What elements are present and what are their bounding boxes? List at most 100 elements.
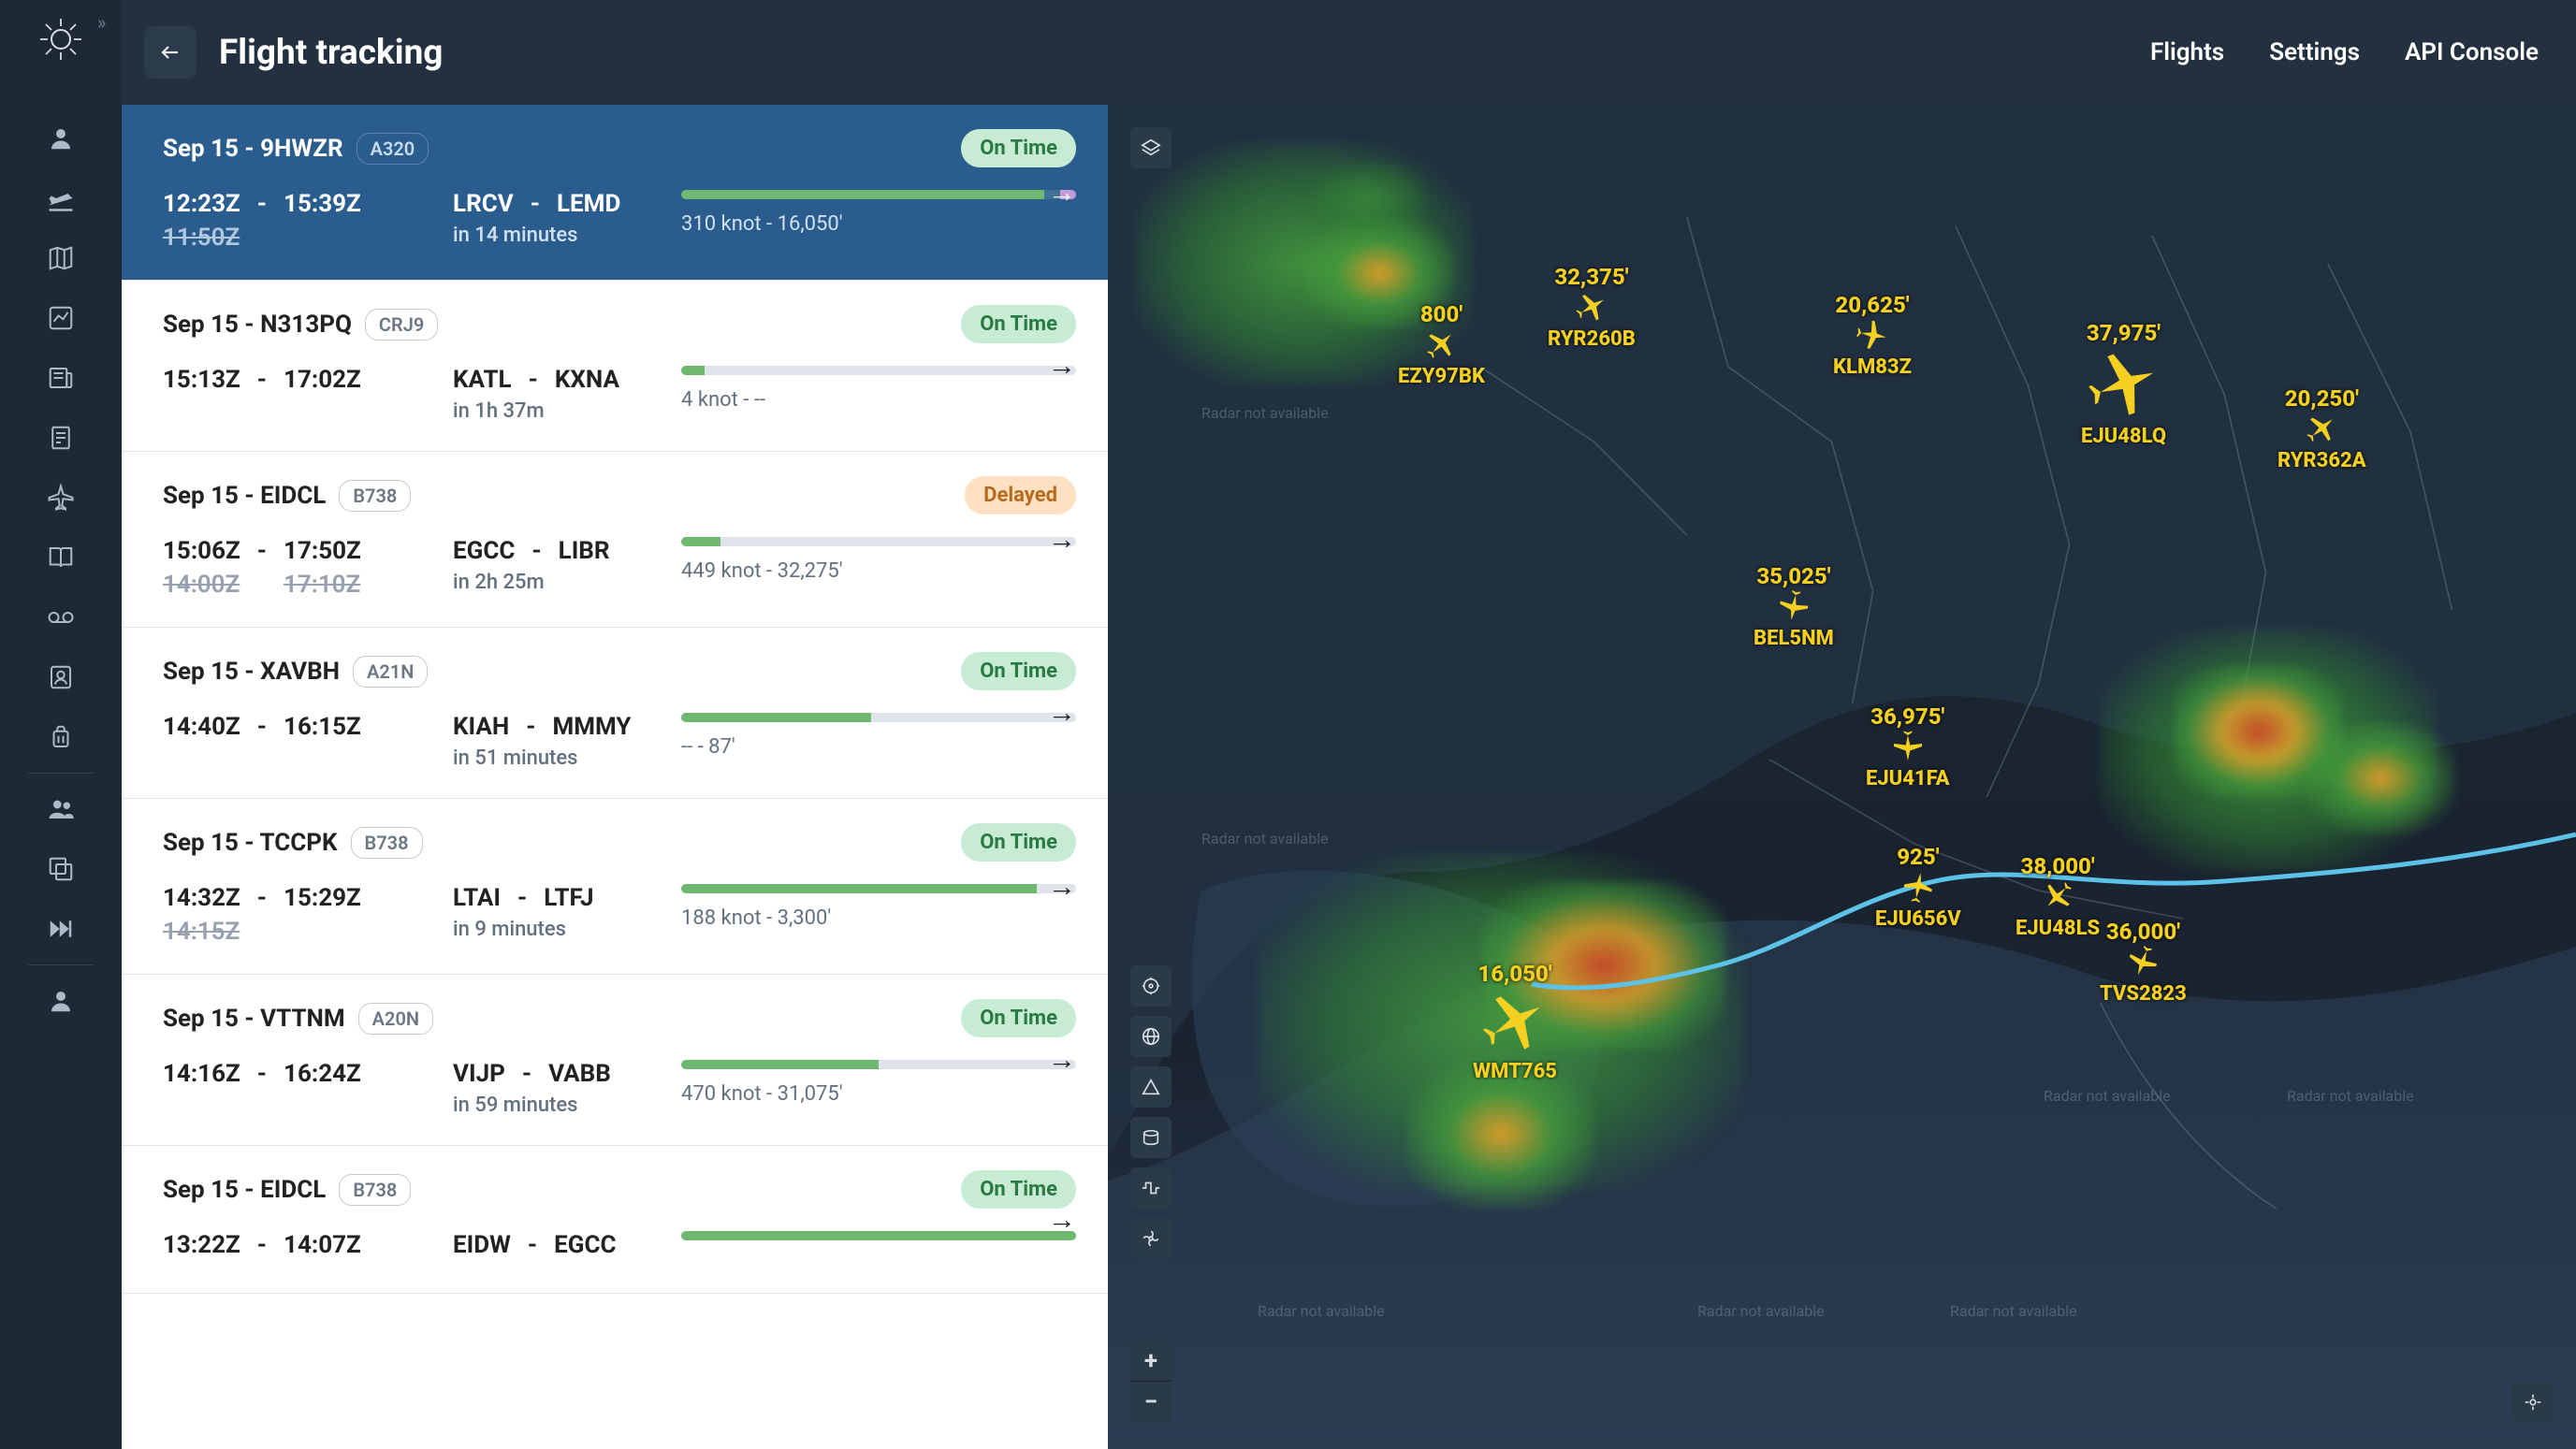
radar-na-label: Radar not available: [1697, 1302, 1825, 1320]
progress-bar: [681, 366, 1076, 375]
origin-airport: LRCV: [453, 190, 514, 218]
topbar: Flight tracking Flights Settings API Con…: [122, 0, 2576, 105]
open-flight-icon[interactable]: →: [1048, 870, 1076, 903]
flight-card[interactable]: Sep 15 - EIDCL B738 Delayed 15:06Z14:00Z…: [122, 452, 1108, 628]
aircraft-type-badge: CRJ9: [365, 309, 438, 341]
eta-text: in 51 minutes: [453, 746, 659, 770]
map-view[interactable]: + − 800' EZY97BK 32,375' RYR260B 20,625'…: [1108, 105, 2576, 1449]
open-flight-icon[interactable]: →: [1048, 523, 1076, 556]
flight-date-callsign: Sep 15 - VTTNM: [163, 1005, 345, 1033]
speed-altitude: 449 knot - 32,275': [681, 559, 1076, 583]
open-flight-icon[interactable]: →: [1048, 1203, 1076, 1236]
progress-bar: [681, 190, 1076, 199]
progress-bar: [681, 884, 1076, 893]
nav-api-console[interactable]: API Console: [2405, 38, 2539, 66]
flight-date-callsign: Sep 15 - 9HWZR: [163, 135, 343, 163]
radar-na-label: Radar not available: [1201, 404, 1329, 422]
dest-airport: LIBR: [559, 537, 610, 565]
eta-text: in 2h 25m: [453, 571, 659, 594]
flight-card[interactable]: Sep 15 - XAVBH A21N On Time 14:40Z - 16:…: [122, 628, 1108, 799]
dest-airport: LEMD: [557, 190, 620, 218]
open-flight-icon[interactable]: →: [1048, 697, 1076, 730]
aircraft-type-badge: B738: [339, 480, 411, 512]
eta-text: in 59 minutes: [453, 1094, 659, 1117]
users-icon[interactable]: [44, 792, 78, 826]
dest-airport: LTFJ: [544, 884, 593, 912]
arr-time: 16:15Z: [284, 713, 361, 741]
expand-sidebar-icon[interactable]: »: [97, 11, 100, 34]
user-icon[interactable]: [44, 122, 78, 155]
origin-airport: KIAH: [453, 713, 509, 741]
flight-card[interactable]: Sep 15 - 9HWZR A320 On Time 12:23Z11:50Z…: [122, 105, 1108, 281]
dest-airport: EGCC: [554, 1231, 616, 1259]
chart-icon[interactable]: [44, 301, 78, 335]
sidebar: »: [0, 0, 122, 1449]
back-button[interactable]: [144, 26, 196, 79]
map-icon[interactable]: [44, 241, 78, 275]
app-logo[interactable]: [38, 17, 83, 65]
arr-time-original: 17:10Z: [284, 571, 361, 599]
locate-button[interactable]: [1130, 965, 1172, 1007]
flight-card[interactable]: Sep 15 - EIDCL B738 On Time 13:22Z - 14:…: [122, 1146, 1108, 1294]
flight-card[interactable]: Sep 15 - VTTNM A20N On Time 14:16Z - 16:…: [122, 975, 1108, 1146]
flight-status-badge: On Time: [961, 652, 1076, 690]
flight-list-panel: Sep 15 - 9HWZR A320 On Time 12:23Z11:50Z…: [122, 105, 1108, 1449]
origin-airport: KATL: [453, 366, 512, 394]
zoom-out-button[interactable]: −: [1130, 1382, 1172, 1423]
contacts-icon[interactable]: [44, 660, 78, 694]
document-icon[interactable]: [44, 421, 78, 455]
fan-button[interactable]: [1130, 1218, 1172, 1259]
airplane-icon[interactable]: [44, 481, 78, 514]
dest-airport: MMMY: [552, 713, 631, 741]
flight-status-badge: Delayed: [965, 476, 1076, 514]
radar-na-label: Radar not available: [1258, 1302, 1385, 1320]
dep-time-original: 14:00Z: [163, 571, 240, 599]
origin-airport: VIJP: [453, 1060, 505, 1088]
cylinder-button[interactable]: [1130, 1117, 1172, 1158]
departure-icon[interactable]: [44, 181, 78, 215]
flight-status-badge: On Time: [961, 129, 1076, 167]
progress-bar: [681, 1060, 1076, 1069]
dep-time: 12:23Z: [163, 190, 240, 218]
dep-time-original: 14:15Z: [163, 918, 240, 946]
flight-date-callsign: Sep 15 - XAVBH: [163, 658, 340, 686]
open-flight-icon[interactable]: →: [1048, 176, 1076, 209]
speed-altitude: 188 knot - 3,300': [681, 906, 1076, 930]
news-icon[interactable]: [44, 361, 78, 395]
flight-date-callsign: Sep 15 - EIDCL: [163, 482, 326, 510]
nav-settings[interactable]: Settings: [2269, 38, 2360, 66]
origin-airport: EGCC: [453, 537, 515, 565]
dep-time: 15:13Z: [163, 366, 240, 394]
flight-card[interactable]: Sep 15 - N313PQ CRJ9 On Time 15:13Z - 17…: [122, 281, 1108, 452]
voicemail-icon[interactable]: [44, 601, 78, 634]
flight-status-badge: On Time: [961, 305, 1076, 343]
fastforward-icon[interactable]: [44, 912, 78, 946]
globe-button[interactable]: [1130, 1016, 1172, 1057]
open-flight-icon[interactable]: →: [1048, 350, 1076, 383]
layers-button[interactable]: [1130, 127, 1172, 168]
triangle-button[interactable]: [1130, 1066, 1172, 1108]
zoom-in-button[interactable]: +: [1130, 1340, 1172, 1382]
speed-altitude: 470 knot - 31,075': [681, 1082, 1076, 1106]
arr-time: 16:24Z: [284, 1060, 361, 1088]
aircraft-type-badge: B738: [339, 1174, 411, 1206]
flight-card[interactable]: Sep 15 - TCCPK B738 On Time 14:32Z14:15Z…: [122, 799, 1108, 975]
eta-text: in 14 minutes: [453, 224, 659, 247]
flight-status-badge: On Time: [961, 999, 1076, 1037]
flight-date-callsign: Sep 15 - TCCPK: [163, 829, 338, 857]
pulse-button[interactable]: [1130, 1167, 1172, 1209]
profile-icon[interactable]: [44, 984, 78, 1018]
dest-airport: VABB: [548, 1060, 611, 1088]
luggage-icon[interactable]: [44, 720, 78, 754]
book-icon[interactable]: [44, 541, 78, 574]
origin-airport: EIDW: [453, 1231, 511, 1259]
dest-airport: KXNA: [555, 366, 619, 394]
fullscreen-button[interactable]: [2512, 1382, 2554, 1423]
open-flight-icon[interactable]: →: [1048, 1044, 1076, 1077]
nav-flights[interactable]: Flights: [2150, 38, 2224, 66]
aircraft-type-badge: B738: [351, 827, 423, 859]
aircraft-type-badge: A320: [357, 133, 429, 165]
aircraft-type-badge: A21N: [353, 656, 428, 688]
clone-icon[interactable]: [44, 852, 78, 886]
arr-time: 15:29Z: [284, 884, 361, 912]
